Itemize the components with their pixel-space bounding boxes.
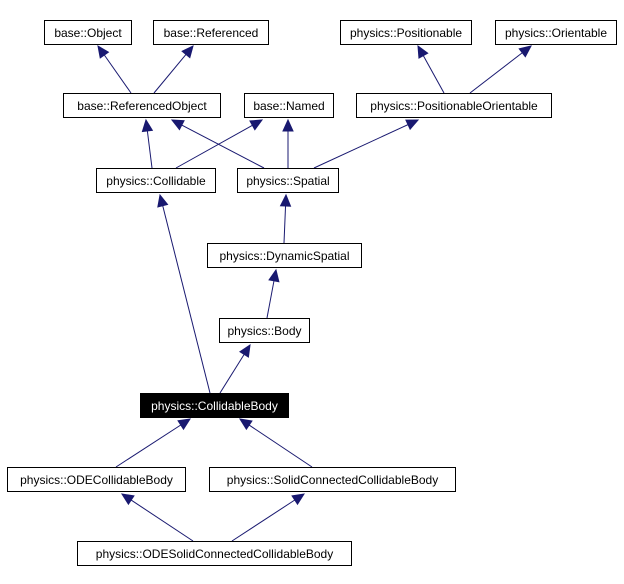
class-node-base-named[interactable]: base::Named xyxy=(244,93,334,118)
edge-physics_solidconnectedcollidablebody-to-physics_collidablebody xyxy=(238,418,313,468)
arrowhead-icon xyxy=(282,118,294,132)
arrowhead-icon xyxy=(405,119,420,131)
edge-line xyxy=(219,354,245,394)
edge-physics_positionableorientable-to-physics_positionable xyxy=(417,44,445,94)
edge-line xyxy=(469,52,523,94)
arrowhead-icon xyxy=(181,45,194,59)
class-node-physics-body[interactable]: physics::Body xyxy=(219,318,310,343)
class-node-label: physics::ODESolidConnectedCollidableBody xyxy=(95,546,334,561)
class-node-physics-dynamicspatial[interactable]: physics::DynamicSpatial xyxy=(207,243,362,268)
class-node-physics-positionableorientable[interactable]: physics::PositionableOrientable xyxy=(356,93,552,118)
edge-line xyxy=(146,130,153,169)
class-node-label: physics::Spatial xyxy=(246,173,330,188)
edge-physics_collidable-to-base_referencedobject xyxy=(141,118,154,169)
edge-line xyxy=(313,124,409,169)
edge-line xyxy=(283,205,287,244)
arrowhead-icon xyxy=(170,119,185,131)
class-node-label: physics::Collidable xyxy=(106,173,206,188)
arrowhead-icon xyxy=(279,193,292,207)
class-node-physics-spatial[interactable]: physics::Spatial xyxy=(237,168,339,193)
class-node-label: physics::PositionableOrientable xyxy=(370,98,538,113)
arrowhead-icon xyxy=(249,119,264,131)
edge-physics_collidablebody-to-physics_collidable xyxy=(157,193,211,394)
class-node-base-referencedobject[interactable]: base::ReferencedObject xyxy=(63,93,221,118)
class-node-physics-solidconnectedcollidablebody[interactable]: physics::SolidConnectedCollidableBody xyxy=(209,467,456,492)
class-node-label: physics::DynamicSpatial xyxy=(219,248,350,263)
class-node-label: physics::Body xyxy=(227,323,302,338)
class-node-physics-orientable[interactable]: physics::Orientable xyxy=(495,20,617,45)
edge-physics_spatial-to-base_referencedobject xyxy=(170,119,265,169)
edge-base_referencedobject-to-base_object xyxy=(97,45,132,94)
edges-layer xyxy=(97,44,532,542)
class-node-base-referenced[interactable]: base::Referenced xyxy=(153,20,269,45)
edge-physics_dynamicspatial-to-physics_spatial xyxy=(279,193,292,244)
arrowhead-icon xyxy=(518,45,532,58)
edge-line xyxy=(103,54,132,94)
edge-line xyxy=(181,124,265,169)
edge-line xyxy=(162,205,211,394)
arrowhead-icon xyxy=(97,45,110,59)
class-node-label: base::Object xyxy=(54,25,122,40)
class-node-physics-collidable[interactable]: physics::Collidable xyxy=(96,168,216,193)
edge-line xyxy=(153,54,187,94)
class-node-physics-collidablebody[interactable]: physics::CollidableBody xyxy=(140,393,289,418)
edge-line xyxy=(422,55,445,94)
class-node-label: physics::SolidConnectedCollidableBody xyxy=(226,472,439,487)
class-node-label: physics::ODECollidableBody xyxy=(20,472,173,487)
class-node-label: base::ReferencedObject xyxy=(77,98,207,113)
edge-physics_spatial-to-physics_positionableorientable xyxy=(313,119,420,169)
class-node-base-object[interactable]: base::Object xyxy=(44,20,132,45)
edge-line xyxy=(175,124,253,169)
edge-physics_collidablebody-to-physics_body xyxy=(219,343,251,394)
edge-physics_body-to-physics_dynamicspatial xyxy=(266,268,280,319)
arrowhead-icon xyxy=(417,44,429,59)
class-node-label: physics::Orientable xyxy=(504,25,608,40)
edge-physics_odesolidconnectedcollidablebody-to-physics_solidconnectedcollidablebody xyxy=(231,493,306,542)
arrowhead-icon xyxy=(177,418,192,431)
edge-line xyxy=(266,280,275,319)
class-node-physics-odecollidablebody[interactable]: physics::ODECollidableBody xyxy=(7,467,186,492)
arrowhead-icon xyxy=(268,268,280,283)
arrowhead-icon xyxy=(141,118,154,133)
edge-physics_odesolidconnectedcollidablebody-to-physics_odecollidablebody xyxy=(120,493,194,542)
edge-physics_positionableorientable-to-physics_orientable xyxy=(469,45,532,94)
edge-base_referencedobject-to-base_referenced xyxy=(153,45,194,94)
edge-line xyxy=(115,424,182,468)
class-node-label: base::Referenced xyxy=(163,25,259,40)
edge-physics_spatial-to-base_named xyxy=(282,118,294,168)
class-node-label: physics::CollidableBody xyxy=(151,398,278,413)
edge-line xyxy=(248,424,313,468)
arrowhead-icon xyxy=(238,418,253,431)
inheritance-diagram: base::Object base::Referenced physics::Pos… xyxy=(0,0,624,584)
arrowhead-icon xyxy=(120,493,135,506)
edge-line xyxy=(231,499,296,542)
edge-line xyxy=(130,499,194,542)
class-node-label: base::Named xyxy=(253,98,325,113)
class-node-label: physics::Positionable xyxy=(349,25,463,40)
arrowhead-icon xyxy=(157,193,169,208)
arrowhead-icon xyxy=(239,343,251,358)
class-node-physics-positionable[interactable]: physics::Positionable xyxy=(340,20,472,45)
edge-physics_odecollidablebody-to-physics_collidablebody xyxy=(115,418,192,468)
class-node-physics-odesolidconnectedcollidablebody[interactable]: physics::ODESolidConnectedCollidableBody xyxy=(77,541,352,566)
arrowhead-icon xyxy=(291,493,306,506)
